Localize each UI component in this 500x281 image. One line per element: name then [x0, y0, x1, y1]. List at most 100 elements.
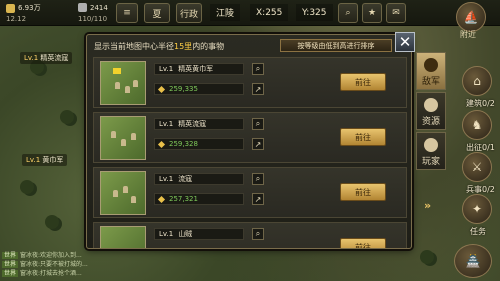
list-item: Lv.1 精英流寇 ⌕ 259,328 ↗ 前往	[93, 112, 407, 163]
gold-resource: 6.93万	[6, 3, 41, 13]
tab-enemy[interactable]: 敌军	[416, 52, 446, 90]
mail-button[interactable]: ✉	[386, 3, 406, 23]
city-icon: 🏯	[465, 254, 481, 268]
share-button[interactable]: ↗	[252, 193, 264, 205]
go-button[interactable]: 前往	[340, 183, 386, 201]
close-button[interactable]: ✕	[395, 32, 415, 52]
view-toggle-button[interactable]: 夏	[144, 3, 170, 23]
tree-decoration	[60, 110, 74, 124]
tree-decoration	[45, 215, 59, 229]
go-button[interactable]: 前往	[340, 128, 386, 146]
building-button[interactable]: ⌂	[462, 66, 492, 96]
item-coordinates: 259,335	[154, 83, 244, 95]
item-name: Lv.1 流寇	[154, 173, 244, 185]
army-thumbnail[interactable]	[100, 171, 146, 215]
soldier-figure	[125, 86, 130, 93]
location-display[interactable]: 江陵	[210, 4, 241, 21]
admin-button[interactable]: 行政	[176, 3, 202, 23]
search-icon: ⌕	[255, 229, 261, 238]
share-button[interactable]: ↗	[252, 138, 264, 150]
tab-players[interactable]: 玩家	[416, 132, 446, 170]
search-icon: ⌕	[255, 174, 261, 183]
task-button[interactable]: ✦	[462, 194, 492, 224]
chat-panel[interactable]: 世界 窗冰夜:欢迎你加入到... 世界 窗冰夜:只要不被打城的... 世界 窗冰夜:打…	[2, 251, 142, 278]
object-list[interactable]: Lv.1 精英黄巾军 ⌕ 259,335 ↗ 前往 Lv.1 精英流寇 ⌕ 25…	[93, 57, 407, 248]
troop-capacity: 110/110	[78, 15, 108, 23]
item-coordinates: 257,321	[154, 193, 244, 205]
star-icon: ★	[367, 8, 377, 18]
sort-button[interactable]: 按等级由低到高进行排序	[280, 39, 392, 52]
share-icon: ↗	[254, 139, 262, 149]
nearby-button[interactable]: ⛵	[456, 2, 486, 32]
soldier-figure	[121, 139, 126, 146]
nearby-objects-dialog: 显示当前地图中心半径15里内的事物 按等级由低到高进行排序 Lv.1 精英黄巾军…	[86, 34, 412, 249]
share-icon: ↗	[254, 84, 262, 94]
soldier-icon: ⚔	[471, 160, 483, 174]
list-item: Lv.1 精英黄巾军 ⌕ 259,335 ↗ 前往	[93, 57, 407, 108]
task-icon: ✦	[471, 202, 483, 216]
favorite-button[interactable]: ★	[362, 3, 382, 23]
location-icon	[157, 85, 166, 93]
map-marker-label[interactable]: Lv.1 精英流寇	[20, 52, 73, 64]
ship-icon: ⛵	[463, 10, 479, 24]
search-button[interactable]: ⌕	[252, 118, 264, 130]
go-button[interactable]: 前往	[340, 238, 386, 248]
army-thumbnail[interactable]	[100, 226, 146, 248]
dialog-title: 显示当前地图中心半径15里内的事物	[94, 42, 225, 51]
item-name: Lv.1 精英流寇	[154, 118, 244, 130]
share-icon: ↗	[254, 194, 262, 204]
search-button[interactable]: ⌕	[252, 63, 264, 75]
city-button[interactable]: 🏯	[454, 244, 492, 278]
march-button[interactable]: ♞	[462, 110, 492, 140]
soldier-figure	[131, 133, 136, 140]
soldier-figure	[123, 186, 128, 193]
share-button[interactable]: ↗	[252, 83, 264, 95]
chat-line: 世界 窗冰夜:打城去抢个酒...	[2, 270, 82, 277]
coord-y-display[interactable]: Y:325	[296, 4, 333, 21]
list-item: Lv.1 山贼 ⌕ 前往	[93, 222, 407, 248]
player-icon	[424, 138, 438, 152]
menu-button[interactable]: ≡	[116, 3, 138, 23]
tree-decoration	[420, 250, 434, 264]
item-coordinates: 259,328	[154, 138, 244, 150]
horse-icon: ♞	[471, 118, 483, 132]
double-chevron-right-icon[interactable]: »	[424, 199, 431, 212]
soldier-figure	[131, 196, 136, 203]
march-label: 出征0/1	[466, 143, 495, 152]
menu-icon: ≡	[123, 8, 131, 18]
gold-icon	[6, 3, 15, 13]
search-button[interactable]: ⌕	[338, 3, 358, 23]
search-button[interactable]: ⌕	[252, 173, 264, 185]
nearby-label: 附近	[460, 30, 476, 39]
army-thumbnail[interactable]	[100, 61, 146, 105]
soldier-button[interactable]: ⚔	[462, 152, 492, 182]
troop-resource: 2414	[78, 3, 108, 12]
building-label: 建筑0/2	[466, 99, 495, 108]
tree-decoration	[20, 180, 34, 194]
army-thumbnail[interactable]	[100, 116, 146, 160]
mail-icon: ✉	[392, 8, 400, 18]
task-label: 任务	[470, 227, 486, 236]
axe-icon	[424, 58, 438, 72]
coord-x-display[interactable]: X:255	[250, 4, 289, 21]
go-button[interactable]: 前往	[340, 73, 386, 91]
search-icon: ⌕	[345, 8, 351, 18]
tab-resources[interactable]: 资源	[416, 92, 446, 130]
map-marker-label[interactable]: Lv.1 黄巾军	[22, 154, 68, 166]
location-icon	[157, 140, 166, 148]
gold-rate: 12.12	[6, 15, 27, 23]
soldier-label: 兵事0/2	[466, 185, 495, 194]
chat-line: 世界 窗冰夜:欢迎你加入到...	[2, 252, 82, 259]
location-icon	[157, 195, 166, 203]
soldier-figure	[113, 190, 118, 197]
chat-line: 世界 窗冰夜:只要不被打城的...	[2, 261, 88, 268]
soldier-figure	[115, 82, 120, 89]
troop-icon	[78, 3, 87, 12]
flag-icon	[113, 68, 121, 74]
soldier-figure	[133, 80, 138, 87]
item-name: Lv.1 精英黄巾军	[154, 63, 244, 75]
search-icon: ⌕	[255, 119, 261, 128]
building-icon: ⌂	[473, 74, 481, 88]
search-button[interactable]: ⌕	[252, 228, 264, 240]
search-icon: ⌕	[255, 64, 261, 73]
